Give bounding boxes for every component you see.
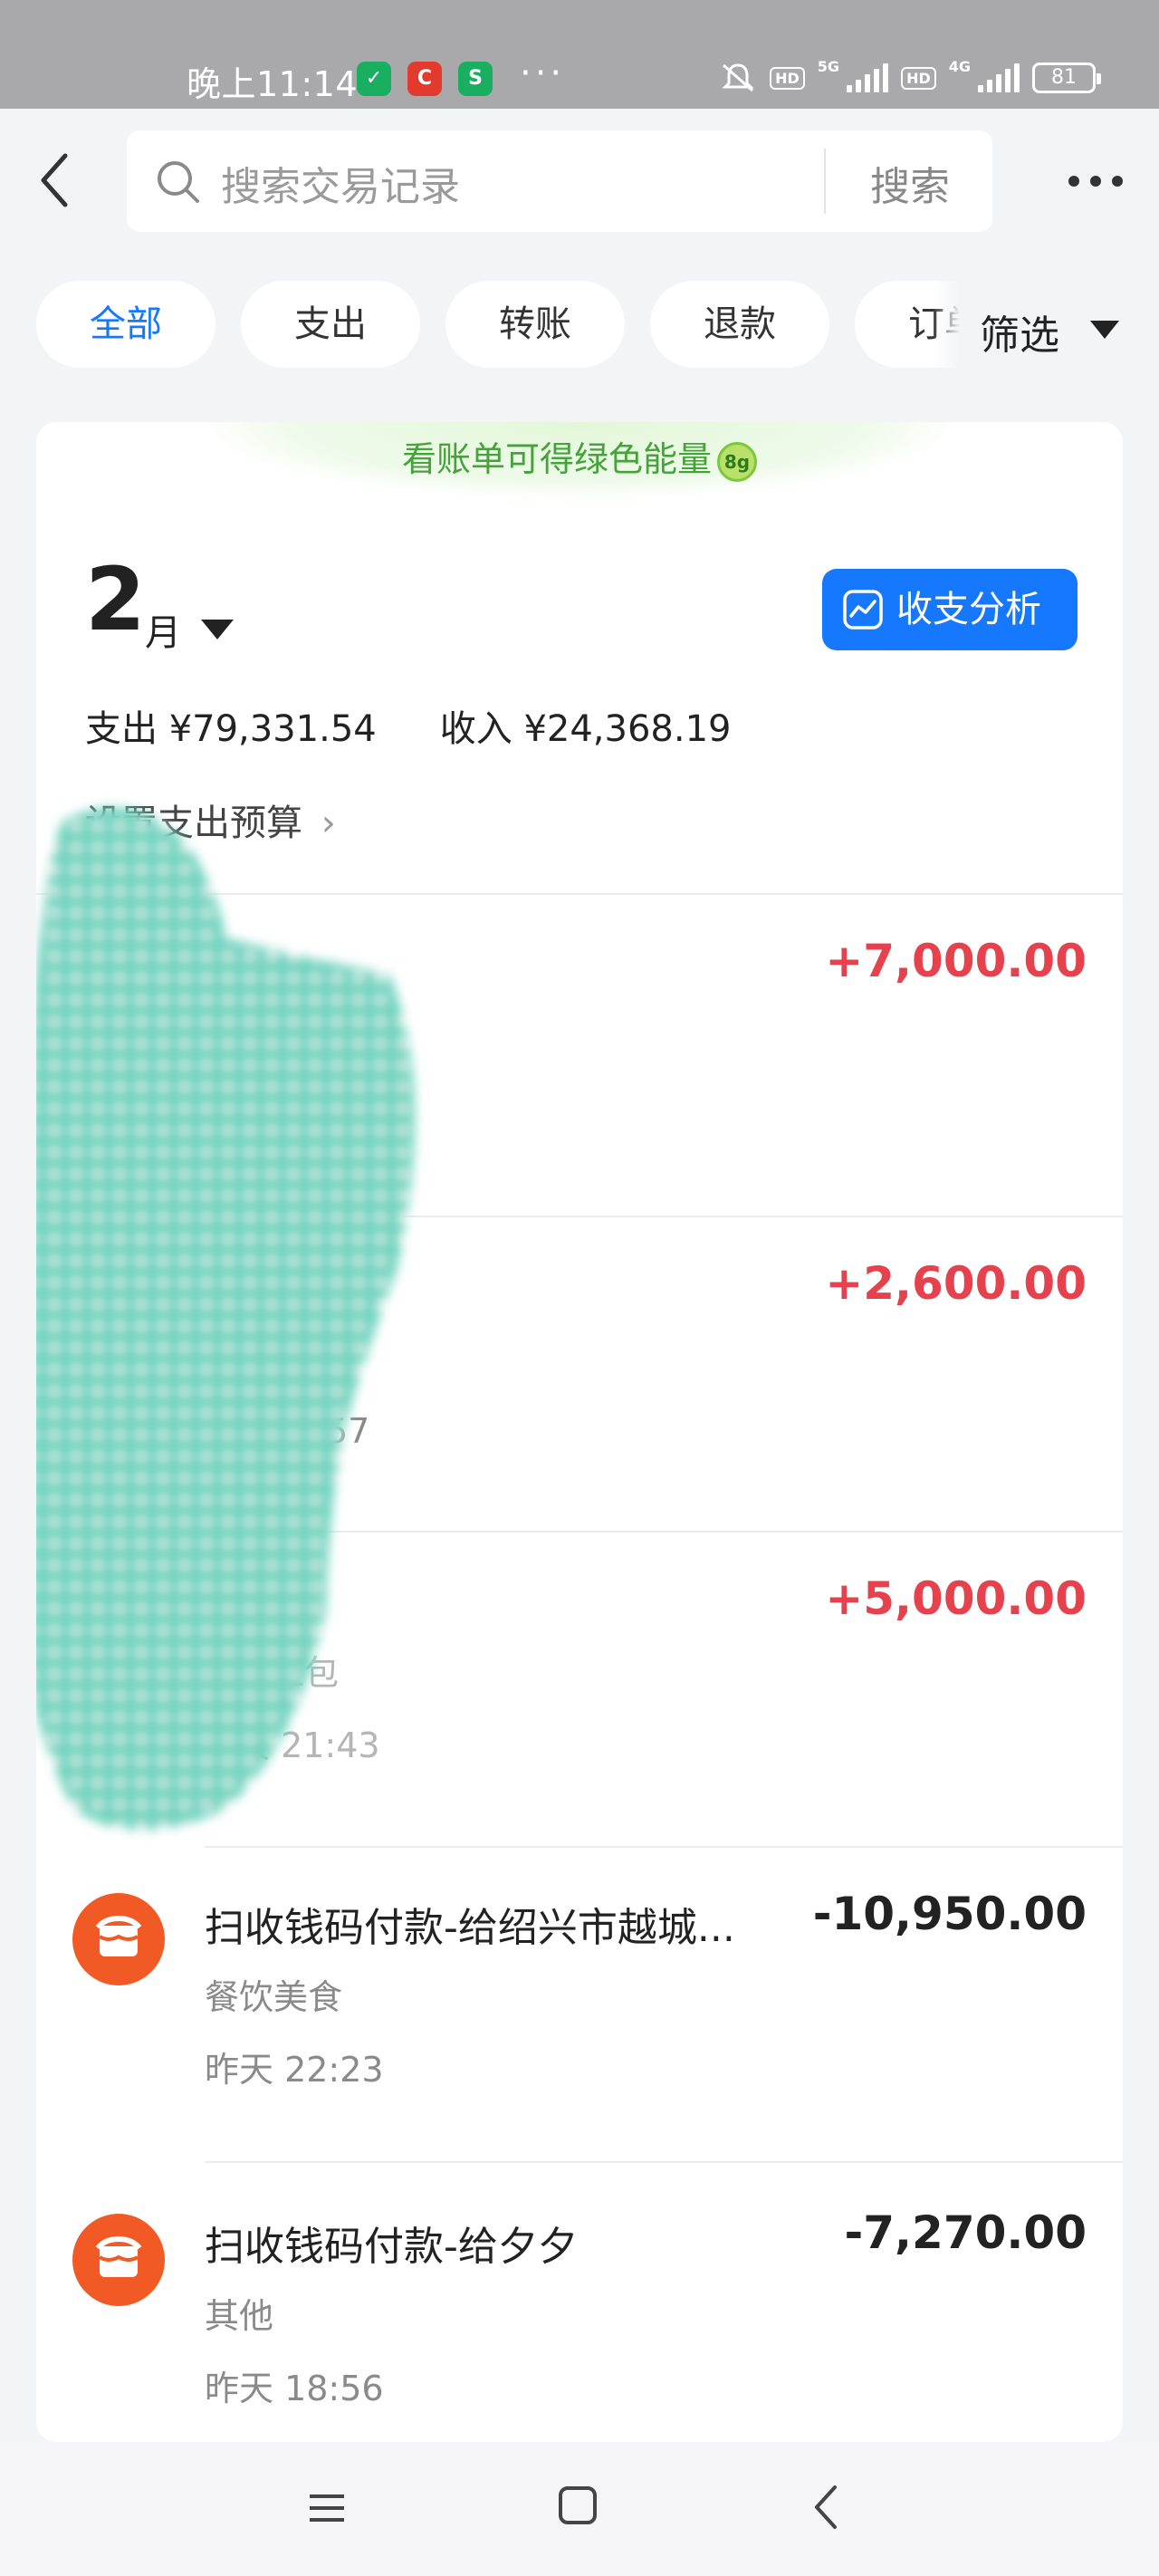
status-time: 晚上11:14 [187,64,359,104]
hd-badge-2: HD [901,66,936,90]
search-header: 搜索交易记录 搜索 [0,109,1159,254]
merchant-store-icon [72,1893,165,1985]
transaction-amount: +2,600.00 [825,1257,1087,1310]
search-divider [824,149,826,214]
filter-chips: 全部 支出 转账 退款 订单 筛选 [0,281,1159,371]
month-number[interactable]: 2 [85,556,146,643]
income-expense-analysis-button[interactable]: 收支分析 [822,569,1078,650]
month-dropdown-icon[interactable] [201,620,234,639]
transaction-title: 扫收钱码付款-给夕夕 [205,2224,578,2270]
net-5g-label: 5G [817,58,840,75]
search-placeholder: 搜索交易记录 [221,164,460,210]
transaction-category: 其他 [205,2296,274,2336]
hd-badge: HD [770,66,805,90]
filter-caret-icon[interactable] [1090,321,1119,339]
energy-banner-text: 看账单可得绿色能量 8g [208,431,951,482]
green-energy-banner[interactable]: 看账单可得绿色能量 8g [208,422,951,498]
store-icon [95,1915,142,1956]
recent-apps-icon[interactable] [304,2485,350,2531]
month-unit[interactable]: 月 [145,603,181,656]
signal-icon-2 [978,63,1020,92]
transaction-title: 扫收钱码付款-给绍兴市越城... [205,1905,735,1951]
bill-card: 看账单可得绿色能量 8g 2 月 收支分析 支出 ¥79,331.54 收入 ¥24… [36,422,1123,2442]
home-icon[interactable] [556,2484,599,2527]
system-nav-bar [0,2442,1159,2576]
analysis-button-label: 收支分析 [896,589,1041,630]
store-icon [95,2235,142,2277]
battery-icon: 81 [1032,62,1101,93]
search-input[interactable]: 搜索交易记录 搜索 [127,130,992,232]
search-button[interactable]: 搜索 [842,154,978,212]
back-arrow-icon[interactable] [33,149,78,212]
more-options-icon[interactable] [1059,154,1132,208]
chart-trend-icon [843,590,883,630]
transaction-time: 昨天 18:56 [205,2369,384,2408]
transaction-amount: -7,270.00 [844,2206,1087,2259]
chip-refund[interactable]: 退款 [650,281,829,368]
chip-expense[interactable]: 支出 [241,281,420,368]
transaction-time: 昨天 22:23 [205,2050,384,2090]
status-indicators: HD 5G HD 4G 81 [719,58,1101,98]
transaction-amount: -10,950.00 [812,1888,1087,1940]
transaction-category: 餐饮美食 [205,1977,343,2017]
filter-button[interactable]: 筛选 [980,303,1059,360]
c-app-icon: C [407,62,442,96]
expense-total: 支出 ¥79,331.54 [85,708,377,750]
mute-bell-icon [722,63,754,92]
energy-badge-icon: 8g [717,441,757,482]
signal-icon-1 [847,63,889,92]
privacy-redaction-mask [36,807,415,1831]
nav-back-icon[interactable] [808,2480,844,2534]
energy-banner-label: 看账单可得绿色能量 [401,439,712,479]
transaction-amount: +5,000.00 [825,1572,1087,1625]
merchant-store-icon [72,2214,165,2306]
search-icon [158,161,199,203]
status-bar: 晚上11:14 ✓ C S ··· HD 5G HD 4G 81 [0,0,1159,109]
income-total: 收入 ¥24,368.19 [439,708,732,750]
month-summary: 支出 ¥79,331.54 收入 ¥24,368.19 [85,699,795,752]
transaction-amount: +7,000.00 [825,935,1087,987]
shield-app-icon: ✓ [357,62,391,96]
transaction-row[interactable]: 扫收钱码付款-给绍兴市越城... 餐饮美食 昨天 22:23 -10,950.0… [36,1848,1123,2163]
chip-transfer[interactable]: 转账 [445,281,625,368]
net-4g-label: 4G [948,58,971,75]
chip-all[interactable]: 全部 [36,281,216,368]
s-app-icon: S [458,62,493,96]
more-notifications-icon: ··· [520,53,566,94]
transaction-row[interactable]: 扫收钱码付款-给夕夕 其他 昨天 18:56 -7,270.00 [36,2163,1123,2442]
